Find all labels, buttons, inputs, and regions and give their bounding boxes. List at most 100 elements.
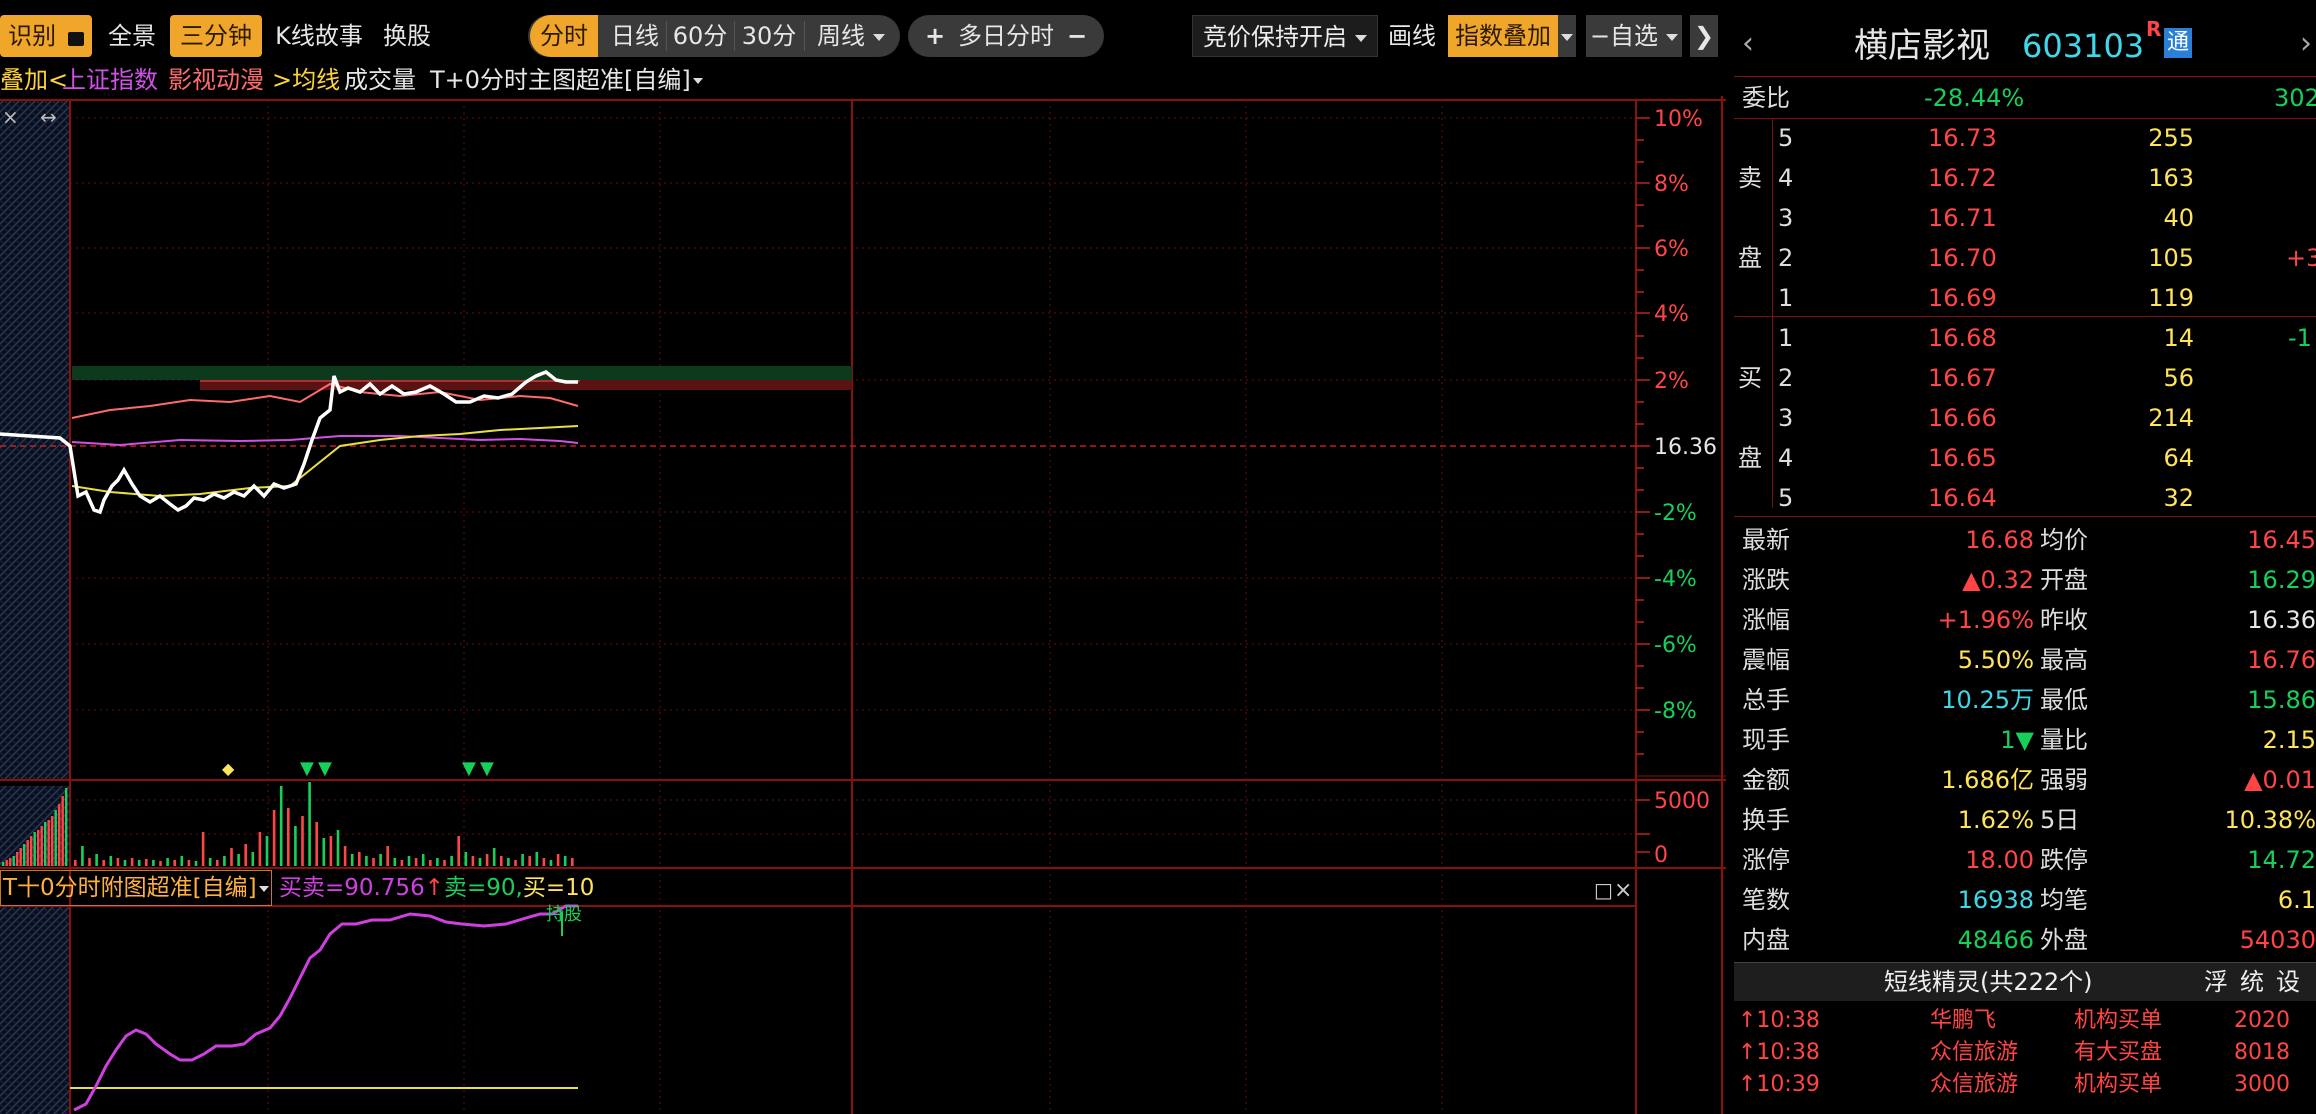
tab-weekly-label: 周线 [817, 22, 865, 50]
chevron-down-icon [1561, 33, 1573, 41]
kline-story-button[interactable]: K线故事 [270, 15, 368, 57]
ask-volume: 255 [2148, 124, 2194, 152]
chevron-down-icon [692, 78, 703, 84]
ask-price: 16.71 [1928, 204, 1997, 232]
sub-indicator-header: T十0分时附图超准[自编] 买卖=90.756↑卖=90,买=10 [0, 870, 594, 906]
switch-stock-button[interactable]: 换股 [376, 15, 438, 57]
sub-indicator-name: T十0分时附图超准[自编] [3, 875, 257, 901]
quote-label: 换手 [1742, 806, 1790, 834]
volume-bar [51, 816, 54, 866]
ask-volume: 119 [2148, 284, 2194, 312]
sub-indicator-select[interactable]: T十0分时附图超准[自编] [0, 870, 272, 906]
tab-daily[interactable]: 日线 [604, 15, 666, 57]
bid-price: 16.64 [1928, 484, 1997, 512]
volume-bar [137, 860, 141, 866]
volume-bar [130, 858, 134, 866]
volume-bar [173, 860, 176, 866]
lock-icon [67, 32, 84, 46]
bid-side-label: 买 [1738, 364, 1762, 392]
sprite-float-button[interactable]: 浮 [2204, 964, 2228, 1000]
overlay-volume[interactable]: 成交量 [344, 62, 416, 98]
up-arrow-icon: ↑ [424, 875, 444, 901]
quote-label: 均笔 [2040, 886, 2088, 914]
divider [666, 21, 667, 51]
bid-level: 3 [1778, 404, 1794, 432]
divider [734, 21, 735, 51]
overlay-avg-line[interactable]: >均线 [272, 62, 340, 98]
volume-bar [471, 856, 475, 866]
sprite-settings-button[interactable]: 设 [2276, 964, 2300, 1000]
close-icon[interactable]: × [2, 105, 19, 129]
volume-bar [145, 859, 148, 866]
sprite-stock: 众信旅游 [1930, 1072, 2019, 1097]
ask-level: 5 [1778, 124, 1794, 152]
tab-30min[interactable]: 30分 [736, 15, 802, 57]
quote-label: 5日 [2040, 806, 2080, 834]
multiday-minus-button[interactable]: − [1062, 15, 1092, 57]
volume-bar [116, 858, 120, 866]
close-icon[interactable]: × [1614, 878, 1632, 903]
volume-bar [563, 856, 567, 866]
quote-value: 1.62% [1957, 806, 2034, 834]
main-indicator-select[interactable]: T+0分时主图超准[自编] [430, 62, 703, 98]
quote-value: 16.76 [2247, 646, 2316, 674]
main-indicator-label: T+0分时主图超准[自编] [430, 66, 691, 94]
index-overlay-dropdown[interactable] [1558, 15, 1576, 57]
volume-bar [237, 854, 240, 866]
volume-bar [478, 858, 482, 866]
buysell-line [73, 904, 578, 1112]
multiday-plus-button[interactable]: + [920, 15, 950, 57]
volume-bar [528, 856, 531, 866]
auction-select[interactable]: 竞价保持开启 [1192, 15, 1378, 57]
prev-stock-icon[interactable]: ‹ [1742, 26, 1754, 62]
quote-value: 16.45 [2247, 526, 2316, 554]
volume-bar [88, 858, 91, 866]
volume-bar [65, 788, 68, 866]
identify-button[interactable]: 识别 [0, 15, 92, 57]
intraday-chart[interactable]: 10% 8% 6% 4% 2% 16.36 -2% -4% -6% -8% 50… [0, 96, 1726, 1114]
bid-price: 16.68 [1928, 324, 1997, 352]
volume-bar [379, 854, 382, 866]
volume-bar [393, 858, 397, 866]
quote-label: 最新 [1742, 526, 1790, 554]
three-minute-button[interactable]: 三分钟 [170, 15, 262, 57]
volume-bar [492, 848, 496, 866]
volume-bar [26, 840, 29, 866]
tab-weekly[interactable]: 周线 [806, 15, 896, 57]
ask-side-label: 盘 [1738, 244, 1762, 272]
volume-bar [279, 786, 283, 866]
draw-line-button[interactable]: 画线 [1384, 15, 1440, 57]
index-overlay-button[interactable]: 指数叠加 [1448, 15, 1558, 57]
ask-volume: 163 [2148, 164, 2194, 192]
weibi-value: -28.44% [1924, 84, 2025, 112]
volume-bar [485, 854, 489, 866]
badge-connect[interactable]: 通 [2164, 28, 2192, 58]
expand-horizontal-icon[interactable]: ↔ [40, 105, 57, 129]
identify-label: 识别 [8, 22, 57, 50]
overlay-index-shanghai[interactable]: 上证指数 [62, 62, 158, 98]
sprite-volume: 8018 [2234, 1040, 2290, 1065]
maximize-icon[interactable]: □ [1594, 878, 1613, 902]
quote-value: 54030 [2239, 926, 2316, 954]
volume-bar [16, 852, 19, 866]
next-stock-icon[interactable]: › [2300, 26, 2312, 62]
panorama-button[interactable]: 全景 [100, 15, 164, 57]
signal-marker: ◆ [222, 759, 235, 778]
axis-label: 6% [1654, 237, 1689, 262]
axis-label: -8% [1654, 699, 1697, 724]
sprite-time: ↑10:38 [1738, 1008, 1820, 1033]
volume-bar [500, 856, 503, 866]
bid-price: 16.66 [1928, 404, 1997, 432]
sprite-stats-button[interactable]: 统 [2240, 964, 2264, 1000]
chevron-down-icon [1355, 34, 1367, 42]
auction-select-value: 竞价保持开启 [1203, 23, 1347, 51]
watchlist-select[interactable]: −自选 [1586, 15, 1682, 57]
overlay-index-film[interactable]: 影视动漫 [168, 62, 264, 98]
volume-bar [44, 822, 47, 866]
quote-value: 6.1 [2277, 886, 2316, 914]
vol-axis-label: 0 [1654, 843, 1668, 868]
tab-60min[interactable]: 60分 [668, 15, 732, 57]
collapse-right-icon[interactable]: ❯ [1690, 15, 1718, 57]
tab-intraday[interactable]: 分时 [530, 15, 598, 57]
volume-bar [322, 838, 326, 866]
